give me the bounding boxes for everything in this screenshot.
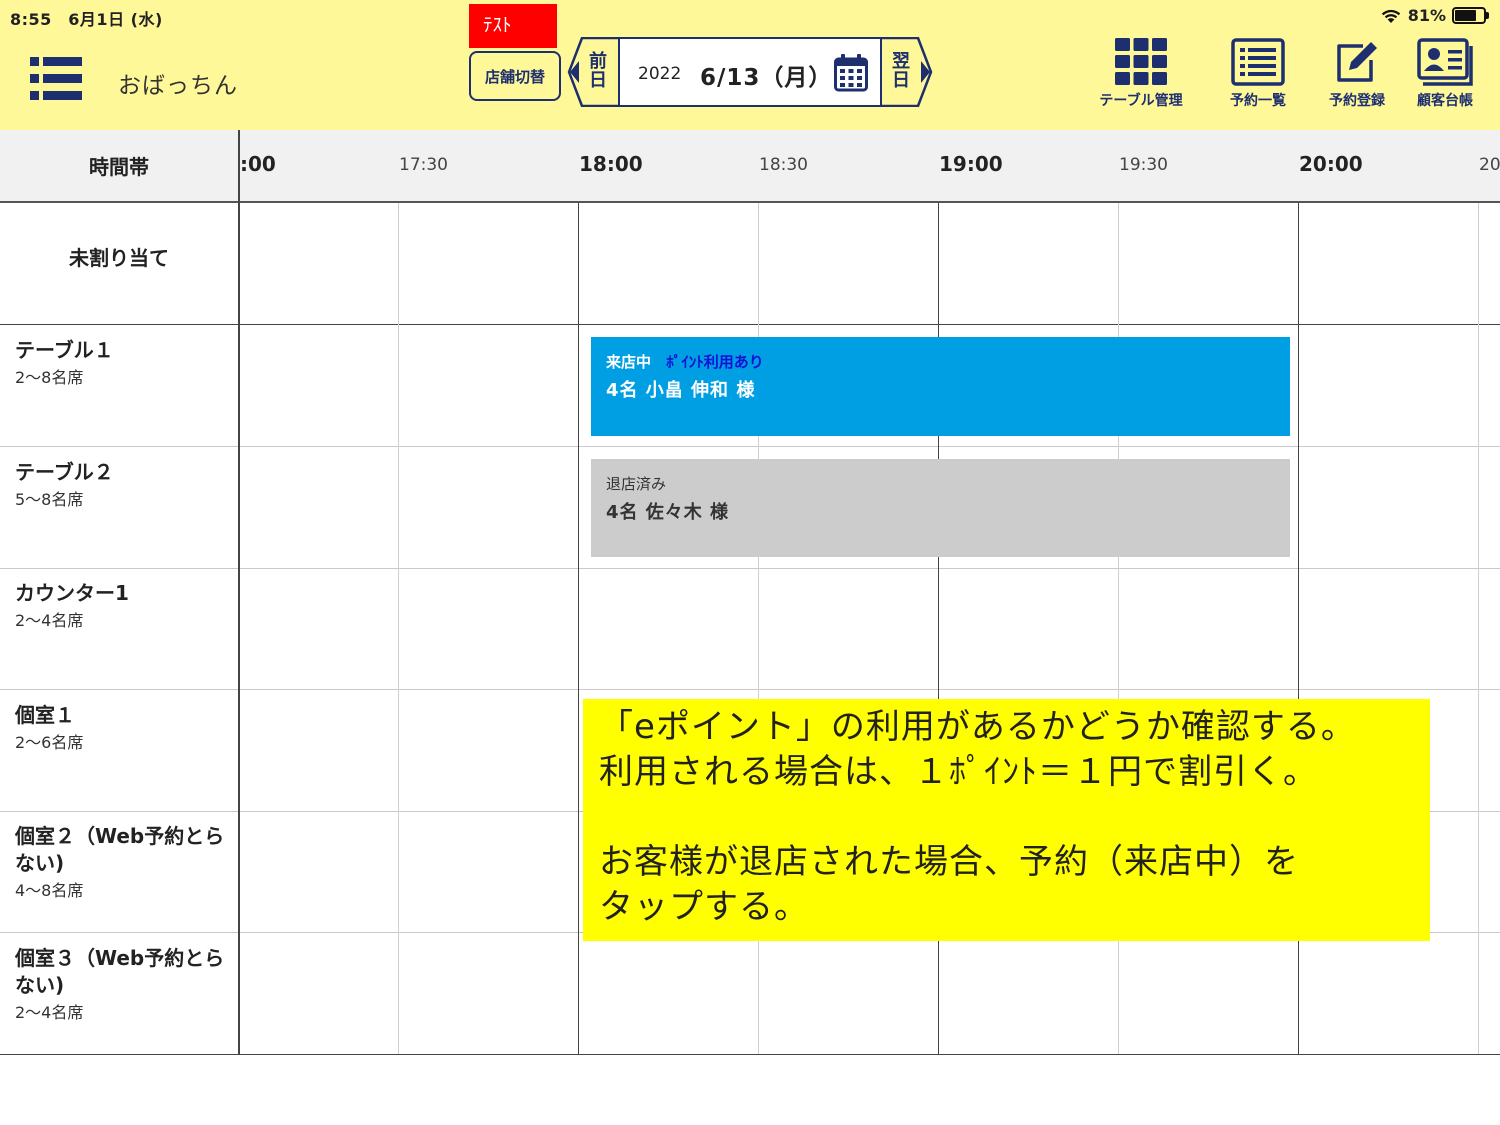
note-line: [599, 795, 1430, 840]
prev-day-label-2: 日: [589, 70, 607, 91]
next-day-button[interactable]: 翌 日: [882, 37, 934, 107]
status-time: 8:55 6月1日 (水): [10, 10, 163, 29]
time-label: 18:30: [759, 155, 808, 175]
prev-day-button[interactable]: 前 日: [566, 37, 618, 107]
calendar-icon[interactable]: [834, 54, 868, 92]
row-label: 個室２（Web予約とらない) 4〜8名席: [0, 811, 238, 932]
row-capacity: 2〜4名席: [15, 1003, 84, 1022]
reservation-list-button[interactable]: 予約一覧: [1203, 38, 1313, 110]
customer-ledger-button[interactable]: 顧客台帳: [1390, 38, 1500, 110]
instruction-note: 「eポイント」の利用があるかどうか確認する。 利用される場合は、１ﾎﾟｲﾝﾄ＝１…: [583, 699, 1430, 941]
row-label: カウンター1 2〜4名席: [0, 568, 238, 689]
battery-icon: [1452, 7, 1489, 24]
row-label: 個室３（Web予約とらない) 2〜4名席: [0, 933, 238, 1054]
app-header: 8:55 6月1日 (水) 81% おばっちん ﾃｽﾄ 店舗切替 前 日 202…: [0, 0, 1500, 130]
battery-percent: 81%: [1407, 6, 1446, 25]
time-label: 18:00: [579, 152, 643, 176]
row-capacity: 2〜8名席: [15, 368, 84, 387]
row-name: 個室２（Web予約とらない): [15, 824, 225, 875]
note-line: 利用される場合は、１ﾎﾟｲﾝﾄ＝１円で割引く。: [599, 752, 1318, 792]
row-name: 個室１: [15, 703, 75, 727]
list-icon: [1231, 38, 1285, 86]
reservation-list-label: 予約一覧: [1230, 93, 1286, 109]
reservation-block-left[interactable]: 退店済み 4名 佐々木 様: [591, 459, 1290, 557]
next-day-label-2: 日: [892, 70, 910, 91]
reservation-guest: 4名 佐々木 様: [606, 502, 730, 523]
time-label: 19:00: [939, 152, 1003, 176]
status-indicators: 81%: [1380, 6, 1489, 25]
hamburger-menu-icon[interactable]: [30, 57, 82, 101]
grid-line-hour: [578, 203, 579, 1054]
date-navigator: 前 日 2022 6/13（月） 翌 日: [566, 37, 936, 107]
table-management-label: テーブル管理: [1099, 93, 1183, 109]
grid-line-half-hour: [398, 203, 399, 1054]
row-capacity: 5〜8名席: [15, 490, 84, 509]
table-grid-icon: [1115, 38, 1167, 85]
reservation-status: 退店済み: [606, 475, 667, 493]
row-name: カウンター1: [15, 581, 129, 605]
shop-name: おばっちん: [118, 73, 238, 99]
row-label: 未割り当て: [0, 203, 238, 324]
grid-line-half-hour: [1478, 203, 1479, 1054]
table-row: 個室３（Web予約とらない) 2〜4名席: [0, 933, 1500, 1055]
timeline-header: 時間帯 :00 17:30 18:00 18:30 19:00 19:30 20…: [0, 130, 1500, 203]
reservation-block-visiting[interactable]: 来店中 ﾎﾟｲﾝﾄ利用あり 4名 小畠 伸和 様: [591, 337, 1290, 436]
time-label: :00: [240, 152, 276, 176]
note-line: タップする。: [599, 887, 809, 927]
table-row: 未割り当て: [0, 203, 1500, 325]
row-name: 未割り当て: [69, 246, 169, 270]
note-line: お客様が退店された場合、予約（来店中）を: [599, 842, 1299, 882]
row-label: テーブル２ 5〜8名席: [0, 447, 238, 568]
reservation-status-line: 来店中 ﾎﾟｲﾝﾄ利用あり: [606, 351, 1290, 372]
time-label: 20: [1479, 155, 1500, 175]
customer-ledger-label: 顧客台帳: [1417, 93, 1473, 109]
time-label: 19:30: [1119, 155, 1168, 175]
row-name: 個室３（Web予約とらない): [15, 946, 225, 997]
time-slot-header: 時間帯: [89, 155, 149, 179]
edit-icon: [1337, 42, 1377, 82]
table-row: カウンター1 2〜4名席: [0, 568, 1500, 690]
date-display[interactable]: 2022 6/13（月）: [618, 37, 882, 107]
row-label: 個室１ 2〜6名席: [0, 690, 238, 811]
row-capacity: 2〜4名席: [15, 611, 84, 630]
time-label: 20:00: [1299, 152, 1363, 176]
test-mode-badge: ﾃｽﾄ: [469, 4, 557, 48]
note-line: 「eポイント」の利用があるかどうか確認する。: [599, 707, 1356, 747]
row-label-divider: [238, 130, 240, 1054]
next-day-label-1: 翌: [892, 51, 910, 72]
time-label: 17:30: [399, 155, 448, 175]
row-name: テーブル２: [15, 460, 114, 484]
date-main: 6/13（月）: [700, 65, 833, 91]
row-capacity: 4〜8名席: [15, 881, 84, 900]
battery-fill: [1455, 10, 1476, 21]
date-year: 2022: [638, 64, 682, 84]
row-name: テーブル１: [15, 338, 114, 362]
row-capacity: 2〜6名席: [15, 733, 84, 752]
reservation-guest: 4名 小畠 伸和 様: [606, 380, 756, 401]
point-usage-note: ﾎﾟｲﾝﾄ利用あり: [666, 353, 764, 371]
reservation-status: 来店中: [606, 353, 652, 371]
contact-card-icon: [1417, 38, 1473, 86]
prev-day-label-1: 前: [589, 51, 607, 72]
wifi-icon: [1381, 9, 1400, 23]
shop-switch-button[interactable]: 店舗切替: [469, 51, 561, 101]
row-label: テーブル１ 2〜8名席: [0, 325, 238, 446]
table-management-button[interactable]: テーブル管理: [1086, 38, 1196, 110]
